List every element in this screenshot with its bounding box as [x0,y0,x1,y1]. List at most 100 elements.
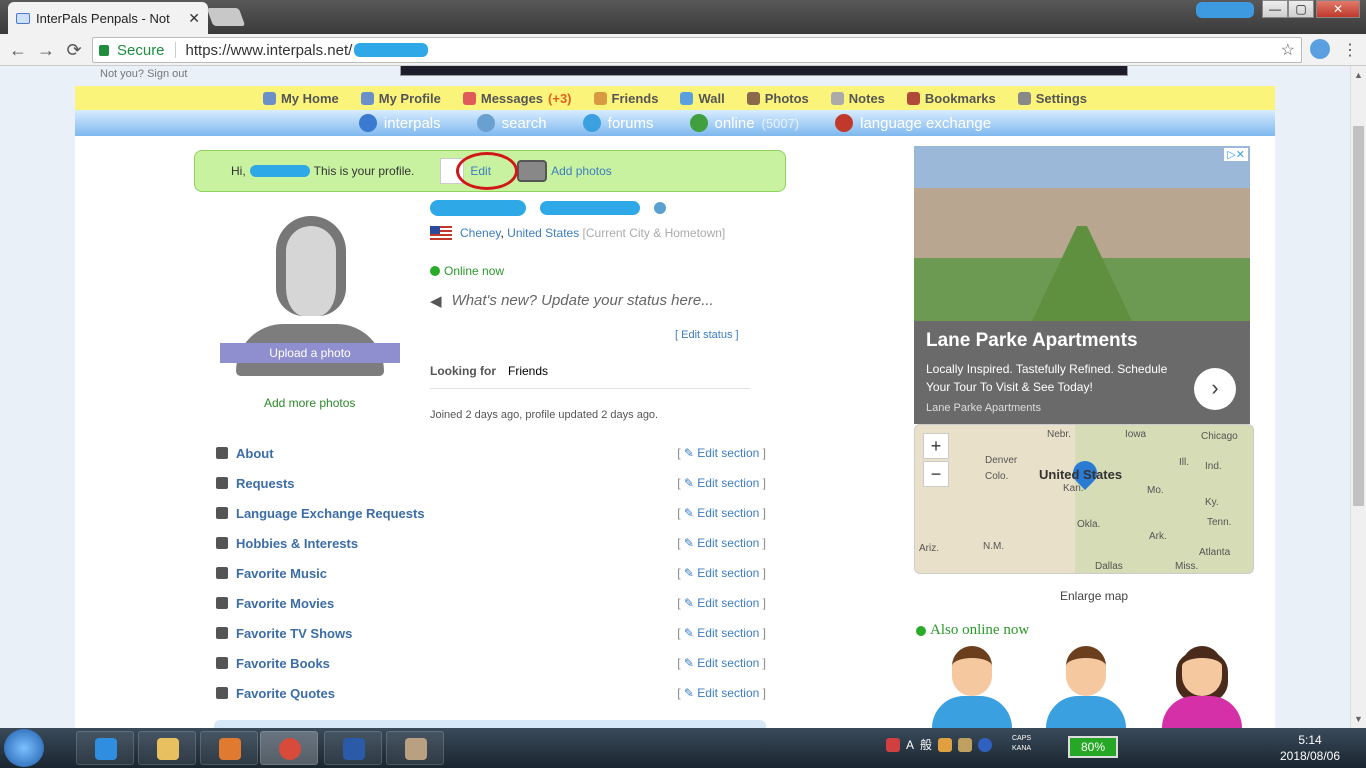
zoom-out-button[interactable]: − [923,461,949,487]
nav-my-home[interactable]: My Home [262,90,339,106]
section-title[interactable]: Favorite Music [236,566,327,581]
nav-friends[interactable]: Friends [593,91,658,106]
edit-status-link[interactable]: [ Edit status ] [675,329,739,341]
profile-section: Favorite Books [ ✎ Edit section ] [216,648,766,678]
taskbar-paint[interactable] [386,731,444,765]
section-title[interactable]: Hobbies & Interests [236,536,358,551]
subnav-search[interactable]: search [476,114,547,132]
nav-label: Settings [1035,90,1088,106]
zoom-in-button[interactable]: + [923,433,949,459]
tab-close-button[interactable]: ✕ [188,10,200,27]
online-user-avatar[interactable] [1046,646,1126,728]
subnav-interpals[interactable]: interpals [358,114,441,132]
extension-icon[interactable] [1310,39,1330,59]
scroll-down-arrow-icon[interactable]: ▼ [1354,714,1363,724]
map-place-label: Kan. [1063,483,1084,494]
browser-tab[interactable]: InterPals Penpals - Not ✕ [8,2,208,34]
top-banner-ad[interactable] [400,66,1128,76]
camera-icon[interactable] [517,160,548,182]
profile-section: Favorite TV Shows [ ✎ Edit section ] [216,618,766,648]
scroll-up-arrow-icon[interactable]: ▲ [1354,70,1363,80]
section-title[interactable]: Favorite Quotes [236,686,335,701]
new-tab-button[interactable] [206,8,246,26]
scroll-thumb[interactable] [1353,126,1364,506]
ad-next-button[interactable]: › [1194,368,1236,410]
edit-section-link[interactable]: [ ✎ Edit section ] [677,626,766,640]
subnav-language-exchange[interactable]: language exchange [835,114,991,132]
taskbar-ie[interactable] [76,731,134,765]
taskbar-media[interactable] [200,731,258,765]
nav-messages[interactable]: Messages (+3) [462,91,572,106]
edit-profile-link[interactable]: Edit [456,152,519,190]
enlarge-map-link[interactable]: Enlarge map [1060,589,1128,603]
start-button[interactable] [4,729,44,767]
section-title[interactable]: Favorite Books [236,656,330,671]
section-title[interactable]: About [236,446,274,461]
browser-profile-redacted[interactable] [1196,2,1254,18]
edit-section-label: Edit section [697,446,760,460]
taskbar-chrome[interactable] [260,731,318,765]
edit-section-link[interactable]: [ ✎ Edit section ] [677,686,766,700]
tray-app-icon[interactable] [958,737,973,752]
section-title[interactable]: Requests [236,476,295,491]
globe-icon [358,114,377,132]
nav-notes[interactable]: Notes [830,91,885,106]
bookmark-star-icon[interactable]: ☆ [1281,40,1295,60]
window-close-button[interactable]: ✕ [1316,0,1360,18]
nav-settings[interactable]: Settings [1017,90,1088,106]
maximize-button[interactable]: ▢ [1288,0,1314,18]
edit-section-link[interactable]: [ ✎ Edit section ] [677,656,766,670]
reload-button[interactable]: ⟳ [62,38,86,62]
section-title[interactable]: Favorite Movies [236,596,334,611]
map-place-label: Colo. [985,471,1009,482]
subnav-online[interactable]: online (5007) [689,114,800,132]
edit-section-link[interactable]: [ ✎ Edit section ] [677,506,766,520]
online-count: (5007) [761,115,800,131]
nav-bookmarks[interactable]: Bookmarks [906,90,996,106]
adchoices-icon[interactable]: ▷✕ [1224,148,1248,161]
browser-menu-button[interactable]: ⋮ [1342,40,1358,60]
add-more-photos-link[interactable]: Add more photos [264,396,355,410]
tray-app-icon[interactable] [938,737,953,752]
subnav-forums[interactable]: forums [582,114,654,132]
minimize-button[interactable]: — [1262,0,1288,18]
forward-button[interactable]: → [34,38,58,62]
status-input[interactable]: ◀ What's new? Update your status here... [430,292,714,310]
add-photos-link[interactable]: Add photos [551,164,612,178]
ime-mode[interactable]: A [906,738,914,752]
megaphone-icon: ◀ [430,293,442,310]
edit-section-link[interactable]: [ ✎ Edit section ] [677,446,766,460]
edit-section-link[interactable]: [ ✎ Edit section ] [677,536,766,550]
sidebar-ad[interactable]: ▷✕ Lane Parke Apartments Locally Inspire… [914,146,1250,424]
taskbar-explorer[interactable] [138,731,196,765]
taskbar-clock[interactable]: 5:14 2018/08/06 [1272,732,1348,764]
location-map[interactable]: + − Nebr. Iowa Chicago Denver Colo. United St… [914,424,1254,574]
online-user-avatar[interactable] [1162,646,1242,728]
nav-label: My Home [280,90,339,106]
nav-photos[interactable]: Photos [746,91,809,106]
edit-section-link[interactable]: [ ✎ Edit section ] [677,566,766,580]
nav-my-profile[interactable]: My Profile [360,91,441,106]
upload-photo-button[interactable]: Upload a photo [220,343,400,363]
online-user-avatar[interactable] [932,646,1012,728]
section-title[interactable]: Favorite TV Shows [236,626,352,641]
edit-section-link[interactable]: [ ✎ Edit section ] [677,476,766,490]
edit-section-link[interactable]: [ ✎ Edit section ] [677,596,766,610]
city-link[interactable]: Cheney [460,226,500,240]
avatar-face [1066,646,1106,696]
back-button[interactable]: ← [6,38,30,62]
ime-kanji[interactable]: 般 [920,736,932,753]
tray-app-icon[interactable] [886,737,900,752]
sign-out-link[interactable]: Not you? Sign out [100,68,187,80]
help-icon[interactable] [978,737,993,752]
taskbar-word[interactable] [324,731,382,765]
ad-photo [914,146,1250,321]
nav-label: Bookmarks [924,90,996,106]
address-bar[interactable]: Secure https://www.interpals.net/ ☆ [92,37,1302,63]
nav-wall[interactable]: Wall [680,91,725,106]
battery-meter[interactable]: 80% [1068,736,1118,758]
country-link[interactable]: United States [507,226,579,240]
tv-icon [216,627,228,639]
page-scrollbar[interactable]: ▲ ▼ [1350,66,1366,728]
section-title[interactable]: Language Exchange Requests [236,506,425,521]
